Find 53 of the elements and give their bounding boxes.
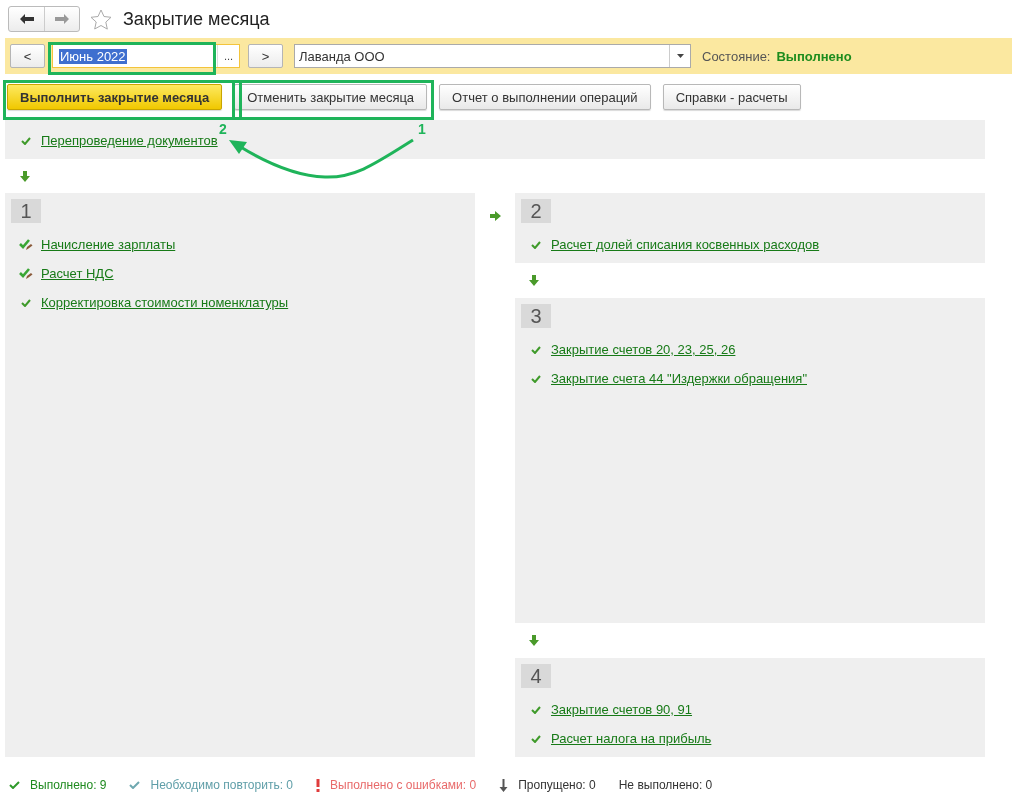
- period-value: Июнь 2022: [59, 48, 127, 64]
- action-button[interactable]: Отменить закрытие месяца: [234, 84, 428, 110]
- annotation-number: 1: [418, 121, 426, 137]
- check-icon: [21, 136, 31, 145]
- step-number: 4: [521, 664, 551, 688]
- previous-period-button[interactable]: <: [10, 44, 45, 68]
- step-number: 2: [521, 199, 551, 223]
- annotation-number: 2: [219, 121, 227, 137]
- next-period-button[interactable]: >: [248, 44, 283, 68]
- status-count: Выполнено с ошибками: 0: [330, 778, 477, 792]
- operation-link[interactable]: Расчет налога на прибыль: [551, 731, 712, 746]
- caret-icon: [676, 54, 684, 58]
- down-arrow-icon: [529, 635, 539, 646]
- operation-link[interactable]: Закрытие счетов 20, 23, 25, 26: [551, 342, 736, 357]
- down-arrow-icon: [20, 170, 30, 182]
- check-icon: [9, 781, 20, 789]
- operation-link[interactable]: Закрытие счетов 90, 91: [551, 702, 693, 717]
- operation-link[interactable]: Закрытие счета 44 "Издержки обращения": [551, 371, 807, 386]
- step-number: 1: [11, 199, 41, 223]
- check-icon: [531, 240, 541, 249]
- action-button[interactable]: Справки - расчеты: [662, 84, 801, 110]
- operation-link[interactable]: Расчет долей списания косвенных расходов: [551, 237, 820, 252]
- state-label: Состояние:: [702, 48, 771, 64]
- exclamation-icon: [316, 778, 320, 792]
- operation-link[interactable]: Корректировка стоимости номенклатуры: [41, 295, 289, 310]
- organization-field[interactable]: Лаванда ООО: [294, 44, 691, 68]
- operation-link[interactable]: Начисление зарплаты: [41, 237, 176, 252]
- status-count: Необходимо повторить: 0: [150, 778, 293, 792]
- action-button[interactable]: Отчет о выполнении операций: [439, 84, 651, 110]
- status-count: Выполнено: 9: [30, 778, 107, 792]
- star-icon[interactable]: [90, 8, 112, 30]
- down-arrow-icon: [529, 275, 539, 286]
- operation-link[interactable]: Перепроведение документов: [41, 133, 218, 148]
- step-number: 3: [521, 304, 551, 328]
- check-icon: [129, 781, 141, 789]
- action-button[interactable]: Выполнить закрытие месяца: [7, 84, 223, 110]
- right-arrow-icon: [489, 211, 501, 221]
- state-value: Выполнено: [776, 48, 852, 64]
- check-icon: [21, 298, 31, 307]
- check-icon: [531, 734, 541, 743]
- forward-arrow-icon: [55, 14, 69, 24]
- check-icon: [531, 705, 541, 714]
- check-icon: [531, 345, 541, 354]
- status-count: Не выполнено: 0: [618, 778, 713, 792]
- window-title: Закрытие месяца: [123, 8, 270, 30]
- down-arrow-icon: [499, 778, 509, 792]
- check-icon: [531, 374, 541, 383]
- status-count: Пропущено: 0: [518, 778, 596, 792]
- operation-link[interactable]: Расчет НДС: [41, 266, 114, 281]
- period-field[interactable]: Июнь 2022 ...: [52, 44, 240, 68]
- check-pencil-icon: [19, 238, 33, 251]
- back-arrow-icon: [19, 14, 34, 24]
- check-pencil-icon: [19, 267, 33, 280]
